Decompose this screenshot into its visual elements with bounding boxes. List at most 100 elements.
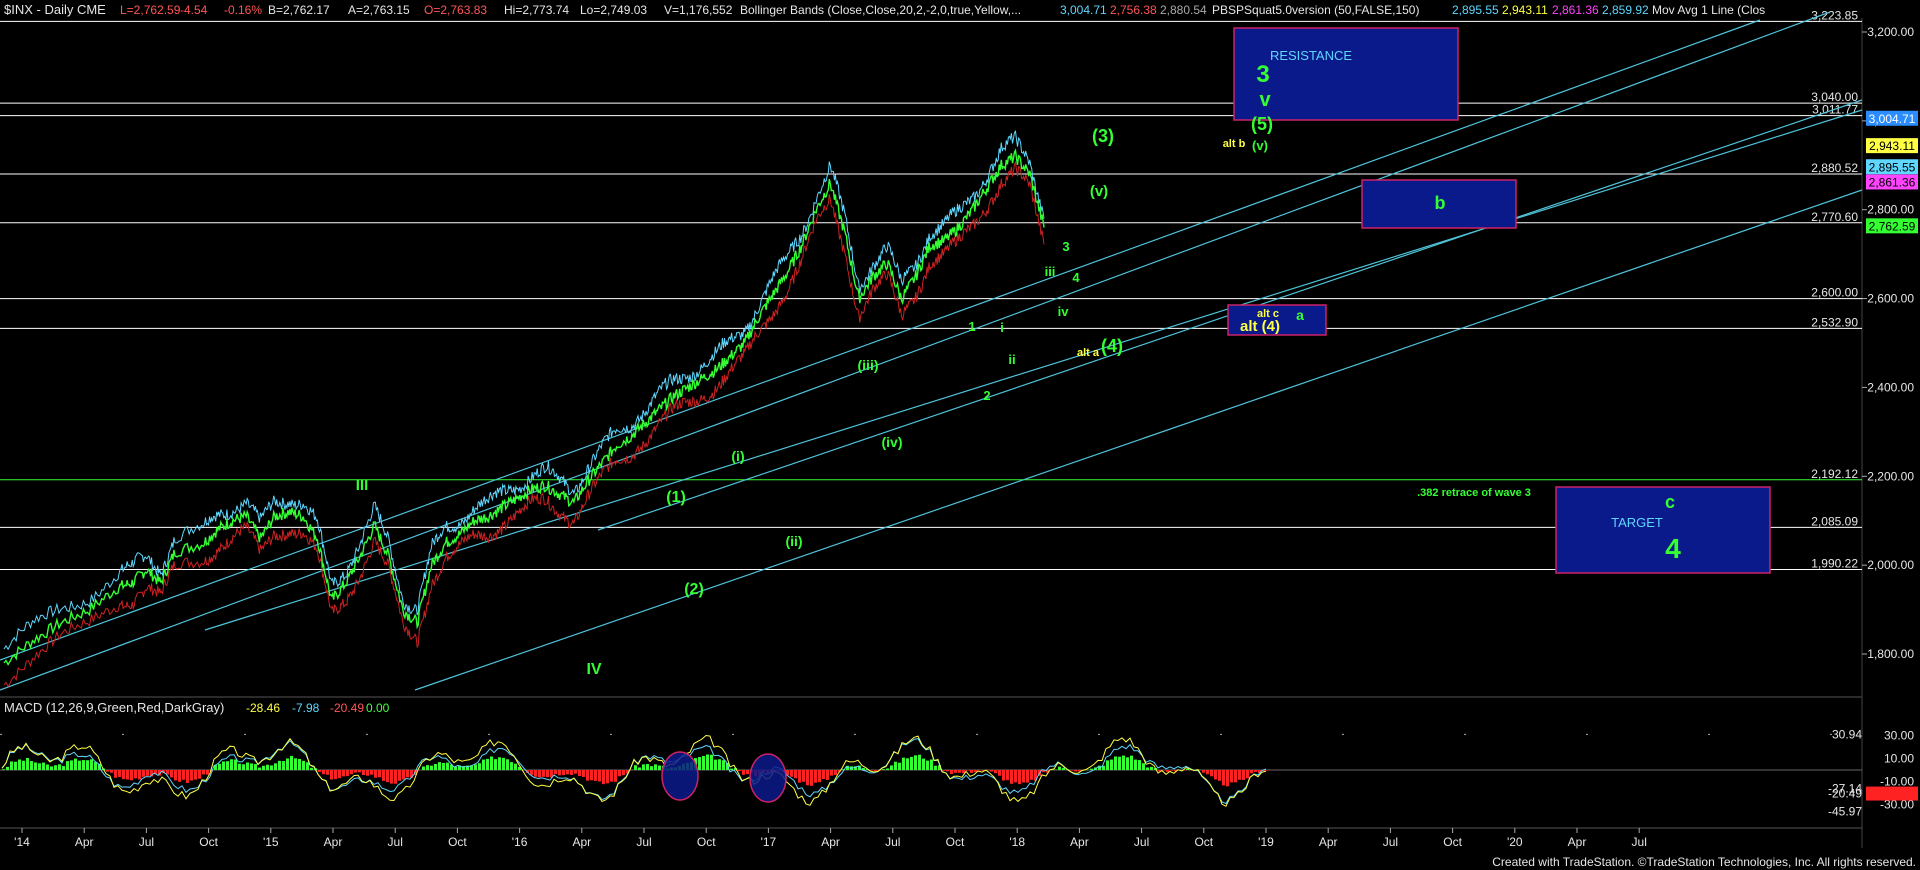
macd-histogram-bar bbox=[730, 768, 733, 770]
macd-histogram-bar bbox=[562, 770, 565, 776]
macd-histogram-bar bbox=[114, 770, 117, 778]
macd-histogram-bar bbox=[954, 770, 957, 773]
macd-histogram-bar bbox=[30, 761, 33, 770]
macd-histogram-bar bbox=[1074, 770, 1077, 772]
macd-histogram-bar bbox=[942, 770, 945, 771]
macd-histogram-bar bbox=[26, 758, 29, 770]
macd-histogram-bar bbox=[490, 756, 493, 770]
header-field: 2,861.36 bbox=[1552, 3, 1599, 17]
header-field: 3,004.71 bbox=[1060, 3, 1107, 17]
macd-histogram-bar bbox=[902, 757, 905, 770]
wave-label: (iv) bbox=[882, 434, 903, 450]
macd-histogram-bar bbox=[270, 765, 273, 770]
macd-histogram-bar bbox=[486, 758, 489, 770]
wave-label: (ii) bbox=[785, 533, 802, 549]
macd-histogram-bar bbox=[970, 770, 973, 773]
macd-histogram-bar bbox=[366, 770, 369, 776]
macd-histogram-bar bbox=[46, 764, 49, 770]
macd-histogram-bar bbox=[374, 770, 377, 778]
macd-histogram-bar bbox=[926, 760, 929, 770]
macd-histogram-bar bbox=[830, 770, 833, 776]
macd-histogram-bar bbox=[446, 762, 449, 770]
macd-histogram-bar bbox=[250, 763, 253, 770]
macd-histogram-bar bbox=[934, 765, 937, 770]
macd-histogram-bar bbox=[358, 770, 361, 773]
wave-label: 4 bbox=[1665, 533, 1681, 564]
macd-histogram-bar bbox=[1122, 755, 1125, 770]
x-tick-label: Apr bbox=[1319, 835, 1338, 849]
macd-histogram-bar bbox=[1030, 770, 1033, 780]
macd-histogram-bar bbox=[186, 770, 189, 783]
macd-histogram-bar bbox=[502, 757, 505, 770]
macd-histogram-bar bbox=[78, 760, 81, 770]
header-field: 2,943.11 bbox=[1502, 3, 1548, 17]
symbol-label: $INX - Daily CME bbox=[4, 2, 106, 17]
macd-histogram-bar bbox=[534, 770, 537, 777]
macd-histogram-bar bbox=[890, 765, 893, 770]
macd-histogram-bar bbox=[1254, 770, 1257, 772]
macd-histogram-bar bbox=[1062, 767, 1065, 770]
resistance-box-label: RESISTANCE bbox=[1270, 48, 1352, 63]
wave-label: 3 bbox=[1062, 239, 1069, 254]
macd-histogram-bar bbox=[594, 770, 597, 781]
macd-histogram-bar bbox=[1242, 770, 1245, 780]
macd-histogram-bar bbox=[606, 770, 609, 784]
macd-histogram-bar bbox=[390, 770, 393, 784]
macd-histogram-bar bbox=[194, 770, 197, 780]
macd-histogram-bar bbox=[806, 770, 809, 786]
y-tick-label: 3,200.00 bbox=[1867, 25, 1914, 39]
macd-histogram-bar bbox=[538, 770, 541, 778]
macd-histogram-bar bbox=[798, 770, 801, 783]
macd-histogram-bar bbox=[190, 770, 193, 781]
macd-histogram-bar bbox=[1070, 770, 1073, 771]
macd-histogram-bar bbox=[1246, 770, 1249, 779]
y-tick-label: 2,200.00 bbox=[1867, 469, 1914, 483]
macd-histogram-bar bbox=[50, 766, 53, 770]
macd-histogram-bar bbox=[1110, 759, 1113, 770]
x-tick-label: Oct bbox=[697, 835, 716, 849]
macd-histogram-bar bbox=[38, 763, 41, 770]
time-axis: '14 Apr Jul Oct '15 Apr Jul Oct '16 Apr Jul Oct '17 A… bbox=[14, 828, 1647, 849]
macd-histogram-bar bbox=[430, 765, 433, 770]
macd-histogram-bar bbox=[254, 764, 257, 770]
macd-histogram-bar bbox=[294, 758, 297, 770]
macd-histogram-bar bbox=[394, 770, 397, 784]
macd-histogram-bar bbox=[274, 763, 277, 770]
x-tick-label: '18 bbox=[1009, 835, 1025, 849]
macd-histogram-bar bbox=[1150, 766, 1153, 770]
header-field: O=2,763.83 bbox=[424, 3, 487, 17]
macd-histogram-bar bbox=[1002, 770, 1005, 781]
macd-histogram-bar bbox=[590, 770, 593, 781]
header-field: -4.54 bbox=[180, 3, 208, 17]
macd-histogram-bar bbox=[386, 770, 389, 783]
macd-histogram-bar bbox=[546, 770, 549, 778]
macd-histogram-bar bbox=[146, 770, 149, 776]
macd-histogram-bar bbox=[206, 770, 209, 775]
macd-histogram-bar bbox=[262, 765, 265, 770]
macd-histogram-bar bbox=[714, 759, 717, 770]
macd-histogram-bar bbox=[90, 759, 93, 770]
macd-histogram-bar bbox=[230, 759, 233, 770]
copyright-footer: Created with TradeStation. ©TradeStation… bbox=[1492, 855, 1916, 869]
macd-histogram-bar bbox=[598, 770, 601, 782]
wave-label: ii bbox=[1008, 352, 1015, 367]
macd-histogram-bar bbox=[990, 770, 993, 772]
x-tick-label: Oct bbox=[199, 835, 218, 849]
macd-histogram-bar bbox=[1266, 770, 1269, 771]
x-tick-label: Oct bbox=[1443, 835, 1462, 849]
macd-histogram-bar bbox=[542, 770, 545, 777]
macd-histogram-bar bbox=[234, 759, 237, 770]
macd-histogram-bar bbox=[438, 762, 441, 770]
macd-histogram-bar bbox=[742, 770, 745, 775]
macd-histogram-bar bbox=[1146, 767, 1149, 770]
header-field: 2,859.92 bbox=[1602, 3, 1649, 17]
price-series bbox=[3, 148, 1045, 666]
macd-histogram-bar bbox=[406, 770, 409, 778]
wave-label: (2) bbox=[684, 581, 704, 598]
target-box bbox=[1555, 486, 1771, 574]
macd-histogram-bar bbox=[342, 770, 345, 777]
x-tick-label: Oct bbox=[1194, 835, 1213, 849]
macd-histogram-bar bbox=[94, 762, 97, 770]
macd-histogram-bar bbox=[790, 770, 793, 777]
macd-histogram-bar bbox=[1106, 760, 1109, 770]
